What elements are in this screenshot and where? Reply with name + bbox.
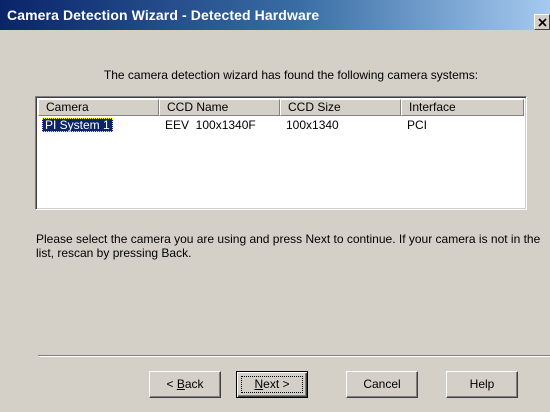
close-button[interactable] (534, 14, 550, 30)
next-button-mnemonic: N (254, 377, 264, 391)
window-title: Camera Detection Wizard - Detected Hardw… (7, 7, 320, 23)
back-button-prefix: < (166, 377, 177, 391)
next-button-label: ext > (263, 377, 290, 391)
title-bar[interactable]: Camera Detection Wizard - Detected Hardw… (0, 0, 550, 30)
table-row[interactable]: PI System 1 EEV 100x1340F 100x1340 PCI (38, 117, 524, 133)
column-header-interface[interactable]: Interface (401, 99, 524, 116)
instructions-text: Please select the camera you are using a… (36, 232, 541, 260)
wizard-dialog: Camera Detection Wizard - Detected Hardw… (0, 0, 550, 412)
back-button-mnemonic: B (176, 377, 185, 391)
selected-camera-name[interactable]: PI System 1 (42, 118, 113, 132)
help-button[interactable]: Help (446, 371, 518, 398)
column-header-camera[interactable]: Camera (38, 99, 159, 116)
close-icon (538, 18, 547, 27)
cell-ccd-name: EEV 100x1340F (165, 118, 256, 132)
divider (38, 355, 550, 357)
intro-text: The camera detection wizard has found th… (103, 68, 479, 82)
back-button-label: ack (184, 377, 204, 391)
cell-ccd-size: 100x1340 (286, 118, 339, 132)
cell-camera: PI System 1 (38, 117, 159, 133)
column-header-ccd-name[interactable]: CCD Name (159, 99, 280, 116)
next-button[interactable]: Next > (236, 371, 308, 398)
column-header-ccd-size[interactable]: CCD Size (280, 99, 401, 116)
camera-list-header: Camera CCD Name CCD Size Interface (38, 99, 524, 116)
cancel-button[interactable]: Cancel (346, 371, 418, 398)
cell-interface: PCI (407, 118, 428, 132)
camera-list[interactable]: Camera CCD Name CCD Size Interface PI Sy… (35, 96, 527, 210)
back-button[interactable]: < Back (149, 371, 221, 398)
